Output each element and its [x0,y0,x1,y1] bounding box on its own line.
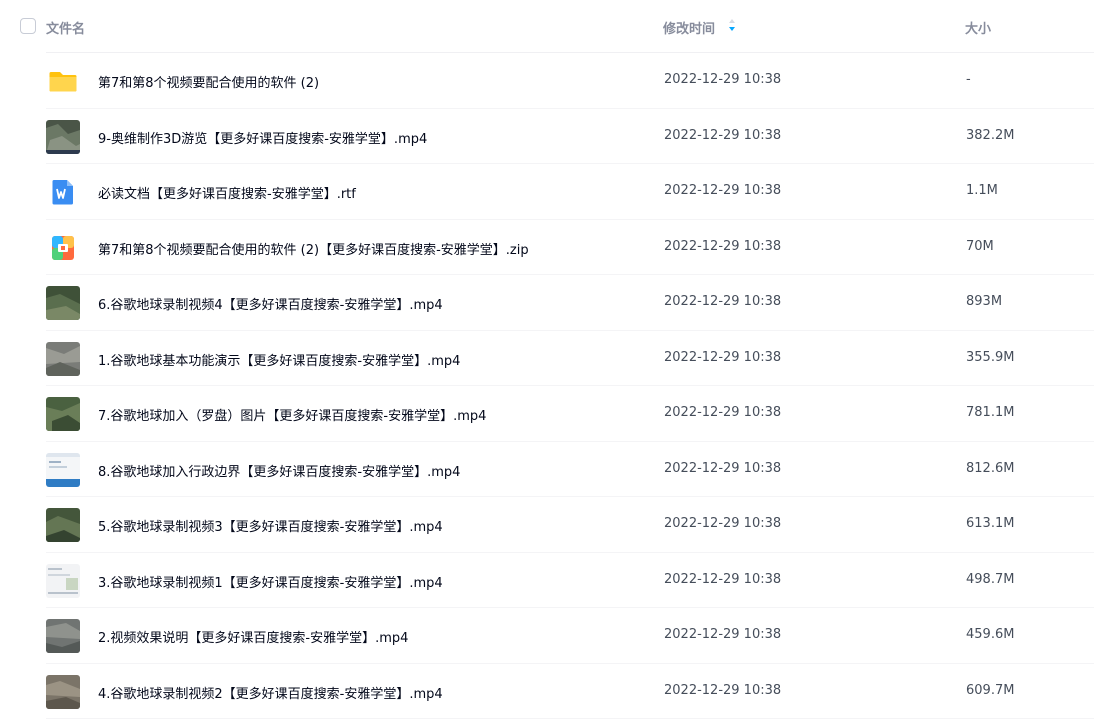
video-thumb-icon [46,119,80,154]
file-row[interactable]: 2.视频效果说明【更多好课百度搜索-安雅学堂】.mp4 2022-12-29 1… [46,608,1094,664]
folder-icon [46,64,80,98]
file-name[interactable]: 必读文档【更多好课百度搜索-安雅学堂】.rtf [98,183,356,202]
video-thumb-icon [46,563,80,598]
file-row[interactable]: 3.谷歌地球录制视频1【更多好课百度搜索-安雅学堂】.mp4 2022-12-2… [46,553,1094,608]
video-thumb-icon [46,452,80,487]
file-size: 893M [966,294,1003,309]
file-mtime: 2022-12-29 10:38 [664,183,782,198]
file-name[interactable]: 3.谷歌地球录制视频1【更多好课百度搜索-安雅学堂】.mp4 [98,572,443,591]
file-name[interactable]: 1.谷歌地球基本功能演示【更多好课百度搜索-安雅学堂】.mp4 [98,350,460,369]
file-list-header: 文件名 修改时间 大小 [20,0,1094,53]
file-mtime: 2022-12-29 10:38 [664,238,782,254]
file-mtime: 2022-12-29 10:38 [664,72,782,87]
file-row[interactable]: 6.谷歌地球录制视频4【更多好课百度搜索-安雅学堂】.mp4 2022-12-2… [46,275,1094,331]
file-size: 355.9M [966,349,1015,365]
file-row[interactable]: 7.谷歌地球加入（罗盘）图片【更多好课百度搜索-安雅学堂】.mp4 2022-1… [46,386,1094,442]
file-mtime: 2022-12-29 10:38 [664,627,782,642]
video-thumb-icon [46,341,80,376]
video-thumb-icon [46,397,80,431]
video-thumb-icon [46,674,80,709]
file-name[interactable]: 第7和第8个视频要配合使用的软件 (2)【更多好课百度搜索-安雅学堂】.zip [98,239,529,258]
column-header-mtime[interactable]: 修改时间 [663,18,715,37]
file-name[interactable]: 9-奥维制作3D游览【更多好课百度搜索-安雅学堂】.mp4 [98,128,427,147]
file-mtime: 2022-12-29 10:38 [664,349,782,365]
file-name[interactable]: 第7和第8个视频要配合使用的软件 (2) [98,72,319,91]
file-size: 498.7M [966,571,1015,587]
file-mtime: 2022-12-29 10:38 [664,682,782,698]
file-row[interactable]: 5.谷歌地球录制视频3【更多好课百度搜索-安雅学堂】.mp4 2022-12-2… [46,497,1094,553]
sort-icon[interactable] [728,18,736,32]
video-thumb-icon [46,619,80,653]
select-all-checkbox[interactable] [20,18,36,34]
file-mtime: 2022-12-29 10:38 [664,294,782,309]
file-mtime: 2022-12-29 10:38 [664,127,782,143]
file-name[interactable]: 8.谷歌地球加入行政边界【更多好课百度搜索-安雅学堂】.mp4 [98,461,460,480]
zip-icon [46,231,80,265]
column-header-name[interactable]: 文件名 [46,18,85,37]
file-size: 70M [966,238,994,254]
file-size: 781.1M [966,405,1015,420]
file-size: 1.1M [966,183,998,198]
file-name[interactable]: 7.谷歌地球加入（罗盘）图片【更多好课百度搜索-安雅学堂】.mp4 [98,405,486,424]
file-row[interactable]: 9-奥维制作3D游览【更多好课百度搜索-安雅学堂】.mp4 2022-12-29… [46,109,1094,164]
file-row[interactable]: 第7和第8个视频要配合使用的软件 (2) 2022-12-29 10:38 - [46,53,1094,109]
file-mtime: 2022-12-29 10:38 [664,516,782,531]
file-size: 382.2M [966,127,1015,143]
doc-icon [46,175,80,209]
file-size: - [966,72,971,87]
column-header-size[interactable]: 大小 [965,18,991,37]
file-mtime: 2022-12-29 10:38 [664,460,782,476]
file-mtime: 2022-12-29 10:38 [664,571,782,587]
file-row[interactable]: 4.谷歌地球录制视频2【更多好课百度搜索-安雅学堂】.mp4 2022-12-2… [46,664,1094,719]
file-size: 459.6M [966,627,1015,642]
file-row[interactable]: 必读文档【更多好课百度搜索-安雅学堂】.rtf 2022-12-29 10:38… [46,164,1094,220]
file-list: 第7和第8个视频要配合使用的软件 (2) 2022-12-29 10:38 - … [0,53,1094,719]
file-size: 812.6M [966,460,1015,476]
file-size: 613.1M [966,516,1015,531]
file-row[interactable]: 第7和第8个视频要配合使用的软件 (2)【更多好课百度搜索-安雅学堂】.zip … [46,220,1094,275]
video-thumb-icon [46,286,80,320]
file-name[interactable]: 4.谷歌地球录制视频2【更多好课百度搜索-安雅学堂】.mp4 [98,683,443,702]
file-size: 609.7M [966,682,1015,698]
file-name[interactable]: 2.视频效果说明【更多好课百度搜索-安雅学堂】.mp4 [98,627,408,646]
file-name[interactable]: 5.谷歌地球录制视频3【更多好课百度搜索-安雅学堂】.mp4 [98,516,443,535]
file-name[interactable]: 6.谷歌地球录制视频4【更多好课百度搜索-安雅学堂】.mp4 [98,294,443,313]
video-thumb-icon [46,508,80,542]
file-row[interactable]: 1.谷歌地球基本功能演示【更多好课百度搜索-安雅学堂】.mp4 2022-12-… [46,331,1094,386]
file-row[interactable]: 8.谷歌地球加入行政边界【更多好课百度搜索-安雅学堂】.mp4 2022-12-… [46,442,1094,497]
file-mtime: 2022-12-29 10:38 [664,405,782,420]
